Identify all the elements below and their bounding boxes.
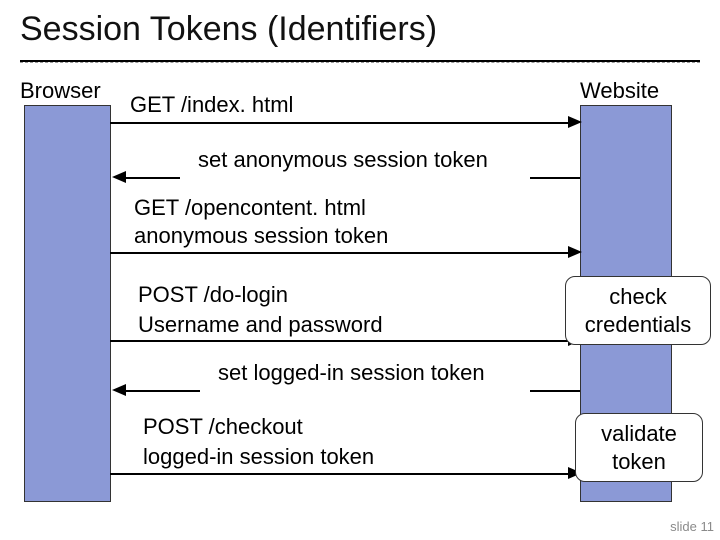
msg-set-anon-token: set anonymous session token bbox=[198, 147, 488, 173]
msg-get-index: GET /index. html bbox=[130, 92, 293, 118]
arrow-get-opencontent bbox=[110, 252, 570, 254]
arrow-set-anon-right bbox=[530, 177, 580, 179]
msg-user-pass: Username and password bbox=[138, 312, 383, 338]
box-validate-line2: token bbox=[584, 448, 694, 476]
box-check-line2: credentials bbox=[574, 311, 702, 339]
arrow-get-index bbox=[110, 122, 570, 124]
msg-logged-token: logged-in session token bbox=[143, 444, 374, 470]
title-underline bbox=[20, 60, 700, 63]
box-check-line1: check bbox=[574, 283, 702, 311]
browser-lifeline bbox=[24, 105, 111, 502]
website-label: Website bbox=[580, 78, 659, 104]
box-validate-line1: validate bbox=[584, 420, 694, 448]
arrow-set-logged-right bbox=[530, 390, 580, 392]
msg-post-checkout: POST /checkout bbox=[143, 414, 303, 440]
browser-label: Browser bbox=[20, 78, 101, 104]
box-validate-token: validate token bbox=[575, 413, 703, 482]
box-check-credentials: check credentials bbox=[565, 276, 711, 345]
arrow-post-checkout bbox=[110, 473, 570, 475]
msg-set-logged-token: set logged-in session token bbox=[218, 360, 485, 386]
slide-title: Session Tokens (Identifiers) bbox=[20, 10, 437, 49]
msg-post-login: POST /do-login bbox=[138, 282, 288, 308]
arrow-post-login bbox=[110, 340, 570, 342]
arrow-set-anon-left bbox=[124, 177, 180, 179]
arrow-set-logged-left bbox=[124, 390, 200, 392]
arrow-head-set-anon-left bbox=[112, 171, 126, 183]
arrow-head-get-index bbox=[568, 116, 582, 128]
arrow-head-get-opencontent bbox=[568, 246, 582, 258]
slide-number: slide 11 bbox=[670, 519, 714, 534]
msg-anon-token: anonymous session token bbox=[134, 223, 388, 249]
msg-get-opencontent: GET /opencontent. html bbox=[134, 195, 366, 221]
arrow-head-set-logged-left bbox=[112, 384, 126, 396]
